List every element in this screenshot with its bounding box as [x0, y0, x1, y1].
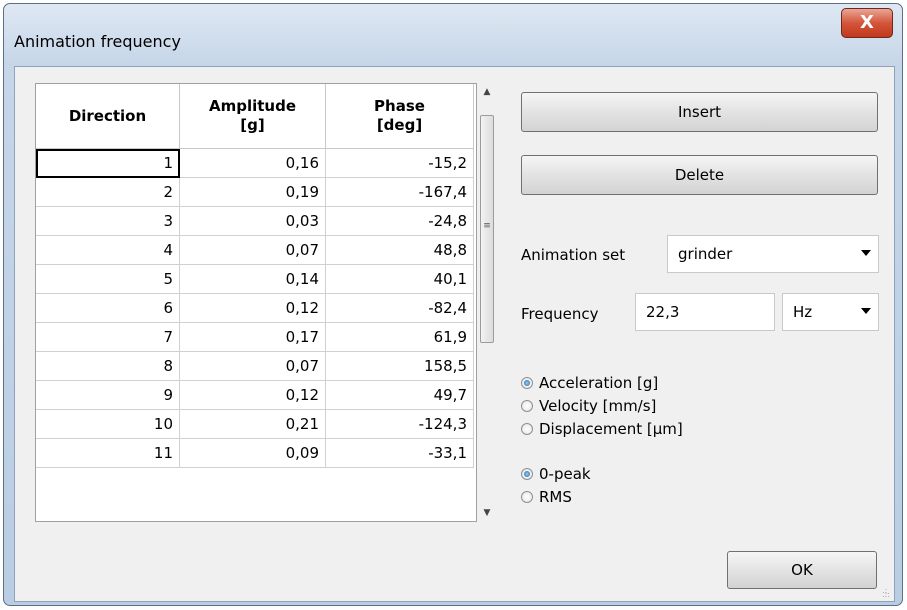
phase-cell[interactable]: -15,2 [325, 148, 474, 178]
animation-set-select[interactable]: grinder [667, 235, 879, 273]
frequency-label: Frequency [521, 305, 599, 323]
chevron-down-icon [861, 250, 871, 256]
table-row[interactable]: 10 0,21 -124,3 [36, 409, 474, 439]
amplitude-cell[interactable]: 0,14 [179, 264, 326, 294]
amplitude-cell[interactable]: 0,21 [179, 409, 326, 439]
table-row[interactable]: 7 0,17 61,9 [36, 322, 474, 352]
radio-rms[interactable]: RMS [521, 486, 572, 508]
header-phase[interactable]: Phase [deg] [325, 84, 474, 149]
table-row[interactable]: 6 0,12 -82,4 [36, 293, 474, 323]
phase-cell[interactable]: -124,3 [325, 409, 474, 439]
radio-button-icon[interactable] [521, 423, 533, 435]
insert-button[interactable]: Insert [521, 92, 878, 132]
radio-label: RMS [539, 488, 572, 506]
direction-cell[interactable]: 8 [36, 351, 180, 381]
resize-grip-icon[interactable]: .:.:: [882, 587, 890, 599]
radio-label: Acceleration [g] [539, 374, 659, 392]
table-row[interactable]: 2 0,19 -167,4 [36, 177, 474, 207]
radio-displacement[interactable]: Displacement [µm] [521, 418, 683, 440]
direction-cell[interactable]: 3 [36, 206, 180, 236]
direction-cell[interactable]: 10 [36, 409, 180, 439]
table-row[interactable]: 5 0,14 40,1 [36, 264, 474, 294]
table-row[interactable]: 8 0,07 158,5 [36, 351, 474, 381]
phase-cell[interactable]: -167,4 [325, 177, 474, 207]
radio-label: Displacement [µm] [539, 420, 683, 438]
table-scrollbar[interactable]: ▲ ≡ ▼ [478, 83, 496, 522]
phase-cell[interactable]: 61,9 [325, 322, 474, 352]
amplitude-cell[interactable]: 0,07 [179, 351, 326, 381]
phase-cell[interactable]: -82,4 [325, 293, 474, 323]
chevron-down-icon [861, 308, 871, 314]
table-row[interactable]: 3 0,03 -24,8 [36, 206, 474, 236]
radio-acceleration[interactable]: Acceleration [g] [521, 372, 658, 394]
frequency-value: 22,3 [646, 303, 680, 321]
amplitude-cell[interactable]: 0,19 [179, 177, 326, 207]
radio-0-peak[interactable]: 0-peak [521, 463, 591, 485]
direction-cell[interactable]: 4 [36, 235, 180, 265]
table-row[interactable]: 4 0,07 48,8 [36, 235, 474, 265]
window-title: Animation frequency [14, 32, 181, 51]
radio-button-icon[interactable] [521, 468, 533, 480]
scrollbar-thumb[interactable]: ≡ [480, 115, 494, 343]
dialog-client-area: Direction Amplitude [g] Phase [deg] 1 0,16-… [14, 66, 895, 602]
radio-button-icon[interactable] [521, 377, 533, 389]
direction-cell[interactable]: 6 [36, 293, 180, 323]
radio-velocity[interactable]: Velocity [mm/s] [521, 395, 656, 417]
table-row[interactable]: 9 0,12 49,7 [36, 380, 474, 410]
table-row[interactable]: 1 0,16 -15,2 [36, 148, 474, 178]
phase-cell[interactable]: 48,8 [325, 235, 474, 265]
thumb-grip-icon: ≡ [483, 221, 491, 231]
radio-button-icon[interactable] [521, 400, 533, 412]
radio-button-icon[interactable] [521, 491, 533, 503]
animation-set-value: grinder [678, 245, 733, 263]
frequency-unit-value: Hz [793, 303, 813, 321]
animation-set-label: Animation set [521, 246, 626, 264]
ok-button[interactable]: OK [727, 551, 877, 589]
amplitude-cell[interactable]: 0,12 [179, 293, 326, 323]
amplitude-cell[interactable]: 0,12 [179, 380, 326, 410]
direction-cell[interactable]: 11 [36, 438, 180, 468]
header-direction[interactable]: Direction [36, 84, 180, 149]
header-amplitude[interactable]: Amplitude [g] [179, 84, 326, 149]
direction-cell[interactable]: 5 [36, 264, 180, 294]
amplitude-cell[interactable]: 0,07 [179, 235, 326, 265]
amplitude-cell[interactable]: 0,16 [179, 148, 326, 178]
radio-label: Velocity [mm/s] [539, 397, 657, 415]
scroll-down-arrow-icon[interactable]: ▼ [478, 504, 496, 522]
direction-table: Direction Amplitude [g] Phase [deg] 1 0,16-… [35, 83, 477, 522]
phase-cell[interactable]: -33,1 [325, 438, 474, 468]
table-row[interactable]: 11 0,09 -33,1 [36, 438, 474, 468]
frequency-unit-select[interactable]: Hz [782, 293, 879, 331]
delete-button[interactable]: Delete [521, 155, 878, 195]
direction-cell[interactable]: 9 [36, 380, 180, 410]
phase-cell[interactable]: 158,5 [325, 351, 474, 381]
close-button[interactable]: X [841, 8, 893, 38]
title-bar[interactable]: Animation frequency X [4, 4, 902, 66]
amplitude-cell[interactable]: 0,03 [179, 206, 326, 236]
scroll-up-arrow-icon[interactable]: ▲ [478, 83, 496, 101]
amplitude-cell[interactable]: 0,09 [179, 438, 326, 468]
radio-label: 0-peak [539, 465, 591, 483]
table-header-row: Direction Amplitude [g] Phase [deg] [36, 84, 474, 149]
direction-cell[interactable]: 1 [36, 148, 180, 178]
direction-cell[interactable]: 7 [36, 322, 180, 352]
direction-cell[interactable]: 2 [36, 177, 180, 207]
phase-cell[interactable]: 49,7 [325, 380, 474, 410]
close-icon: X [860, 12, 874, 33]
frequency-input[interactable]: 22,3 [635, 293, 775, 331]
phase-cell[interactable]: -24,8 [325, 206, 474, 236]
dialog-window: Animation frequency X Direction Amplitud… [3, 3, 903, 606]
amplitude-cell[interactable]: 0,17 [179, 322, 326, 352]
phase-cell[interactable]: 40,1 [325, 264, 474, 294]
